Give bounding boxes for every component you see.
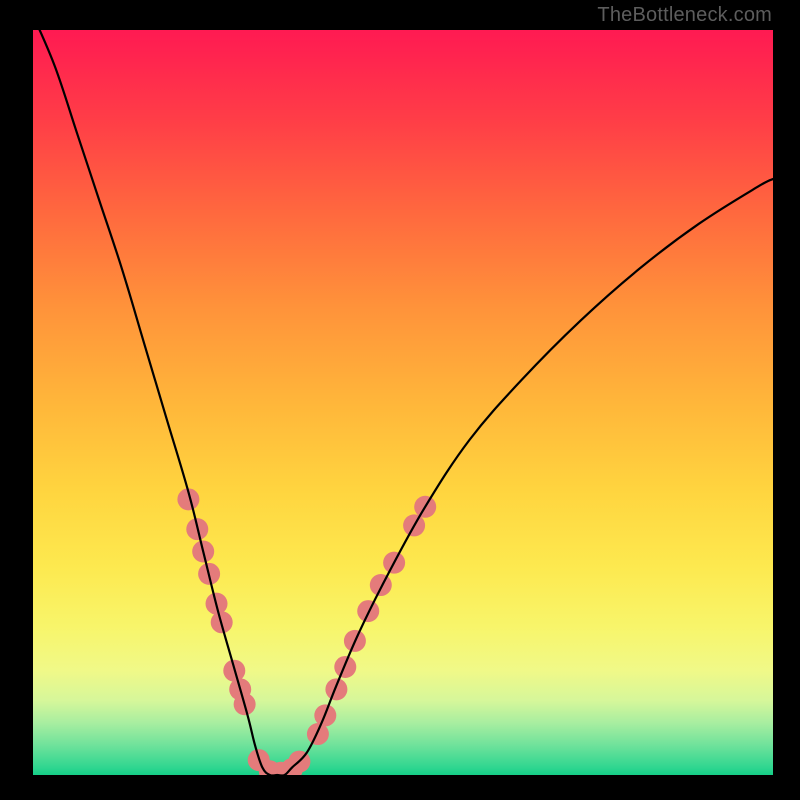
highlight-dots-right-dot [325,678,347,700]
chart-svg [33,30,773,775]
plot-area [33,30,773,775]
highlight-dots-right-dot [334,656,356,678]
chart-frame: TheBottleneck.com [0,0,800,800]
bottleneck-curve [33,30,773,775]
watermark-text: TheBottleneck.com [597,4,772,27]
highlight-dots-right-dot [370,574,392,596]
